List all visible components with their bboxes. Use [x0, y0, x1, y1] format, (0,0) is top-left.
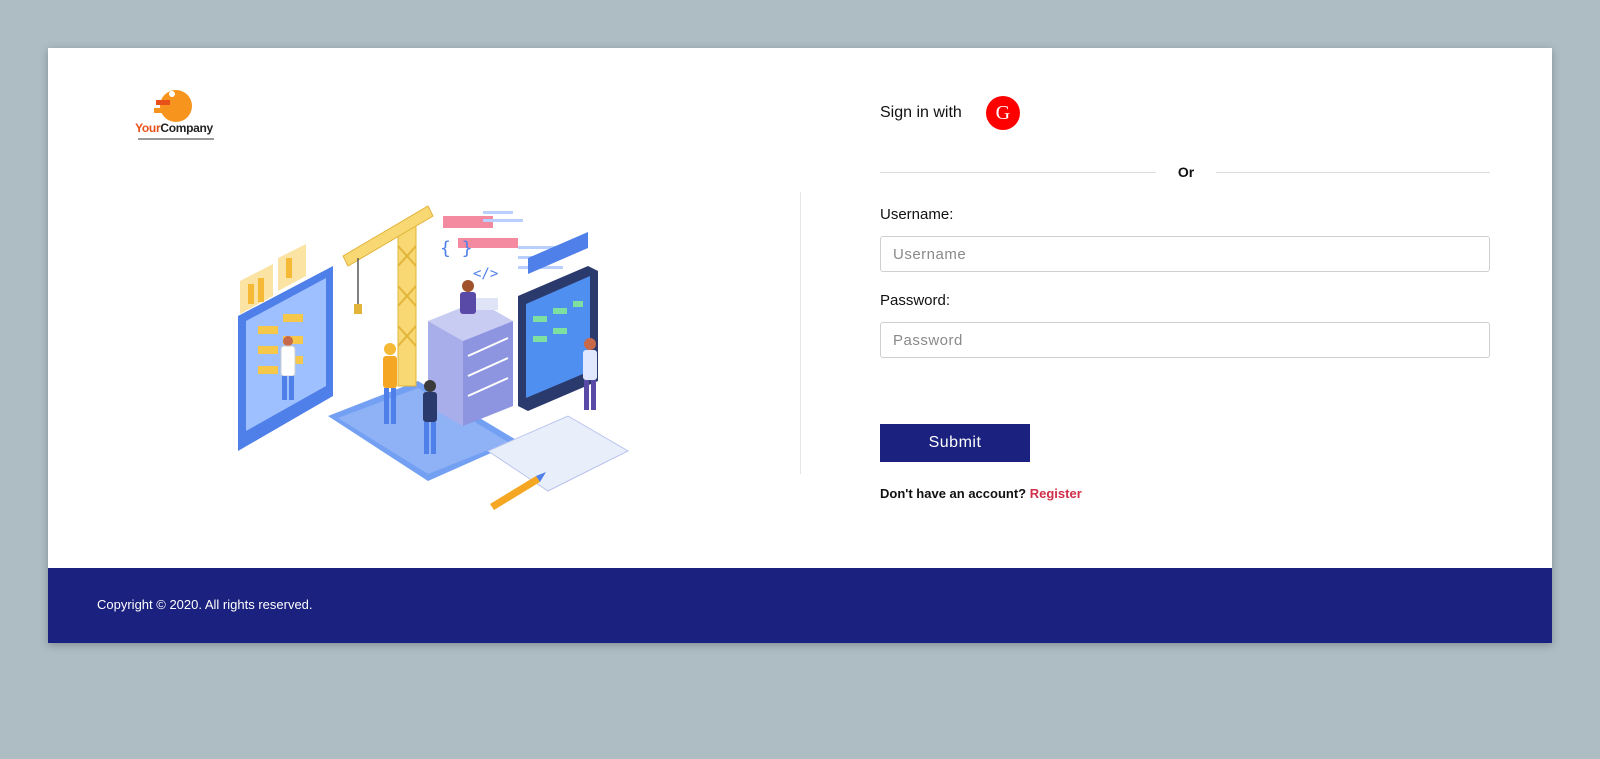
footer: Copyright © 2020. All rights reserved. — [48, 568, 1552, 643]
google-icon: G — [995, 101, 1011, 124]
username-label: Username: — [880, 206, 954, 223]
vertical-divider — [800, 192, 801, 474]
logo-brand-your: Your — [135, 121, 161, 135]
register-link[interactable]: Register — [1030, 486, 1082, 501]
social-signin-row: Sign in with G — [880, 96, 1020, 130]
svg-text:</>: </> — [473, 266, 498, 282]
signin-with-label: Sign in with — [880, 104, 962, 121]
or-text: Or — [1177, 164, 1195, 180]
logo-tagline — [138, 138, 214, 140]
submit-button[interactable]: Submit — [880, 424, 1030, 462]
google-signin-button[interactable]: G — [985, 96, 1020, 130]
username-input[interactable] — [880, 236, 1490, 272]
password-input[interactable] — [880, 322, 1490, 358]
register-prompt: Don't have an account? — [880, 486, 1027, 501]
logo-mark-icon — [154, 90, 192, 122]
svg-text:{ }: { } — [440, 238, 473, 259]
company-logo: YourCompany — [126, 86, 222, 148]
logo-brand-company: Company — [160, 121, 213, 135]
logo-wordmark: YourCompany — [126, 121, 222, 135]
password-label: Password: — [880, 292, 951, 309]
or-line-right — [1216, 172, 1490, 173]
or-separator: Or — [880, 163, 1490, 183]
login-card: YourCompany {} </> Sign in with G Or Us… — [48, 48, 1552, 643]
hero-illustration: { } </> — [238, 205, 630, 510]
or-line-left — [880, 172, 1156, 173]
copyright-text: Copyright © 2020. All rights reserved. — [97, 597, 313, 612]
register-prompt-row: Don't have an account? Register — [880, 486, 1082, 501]
